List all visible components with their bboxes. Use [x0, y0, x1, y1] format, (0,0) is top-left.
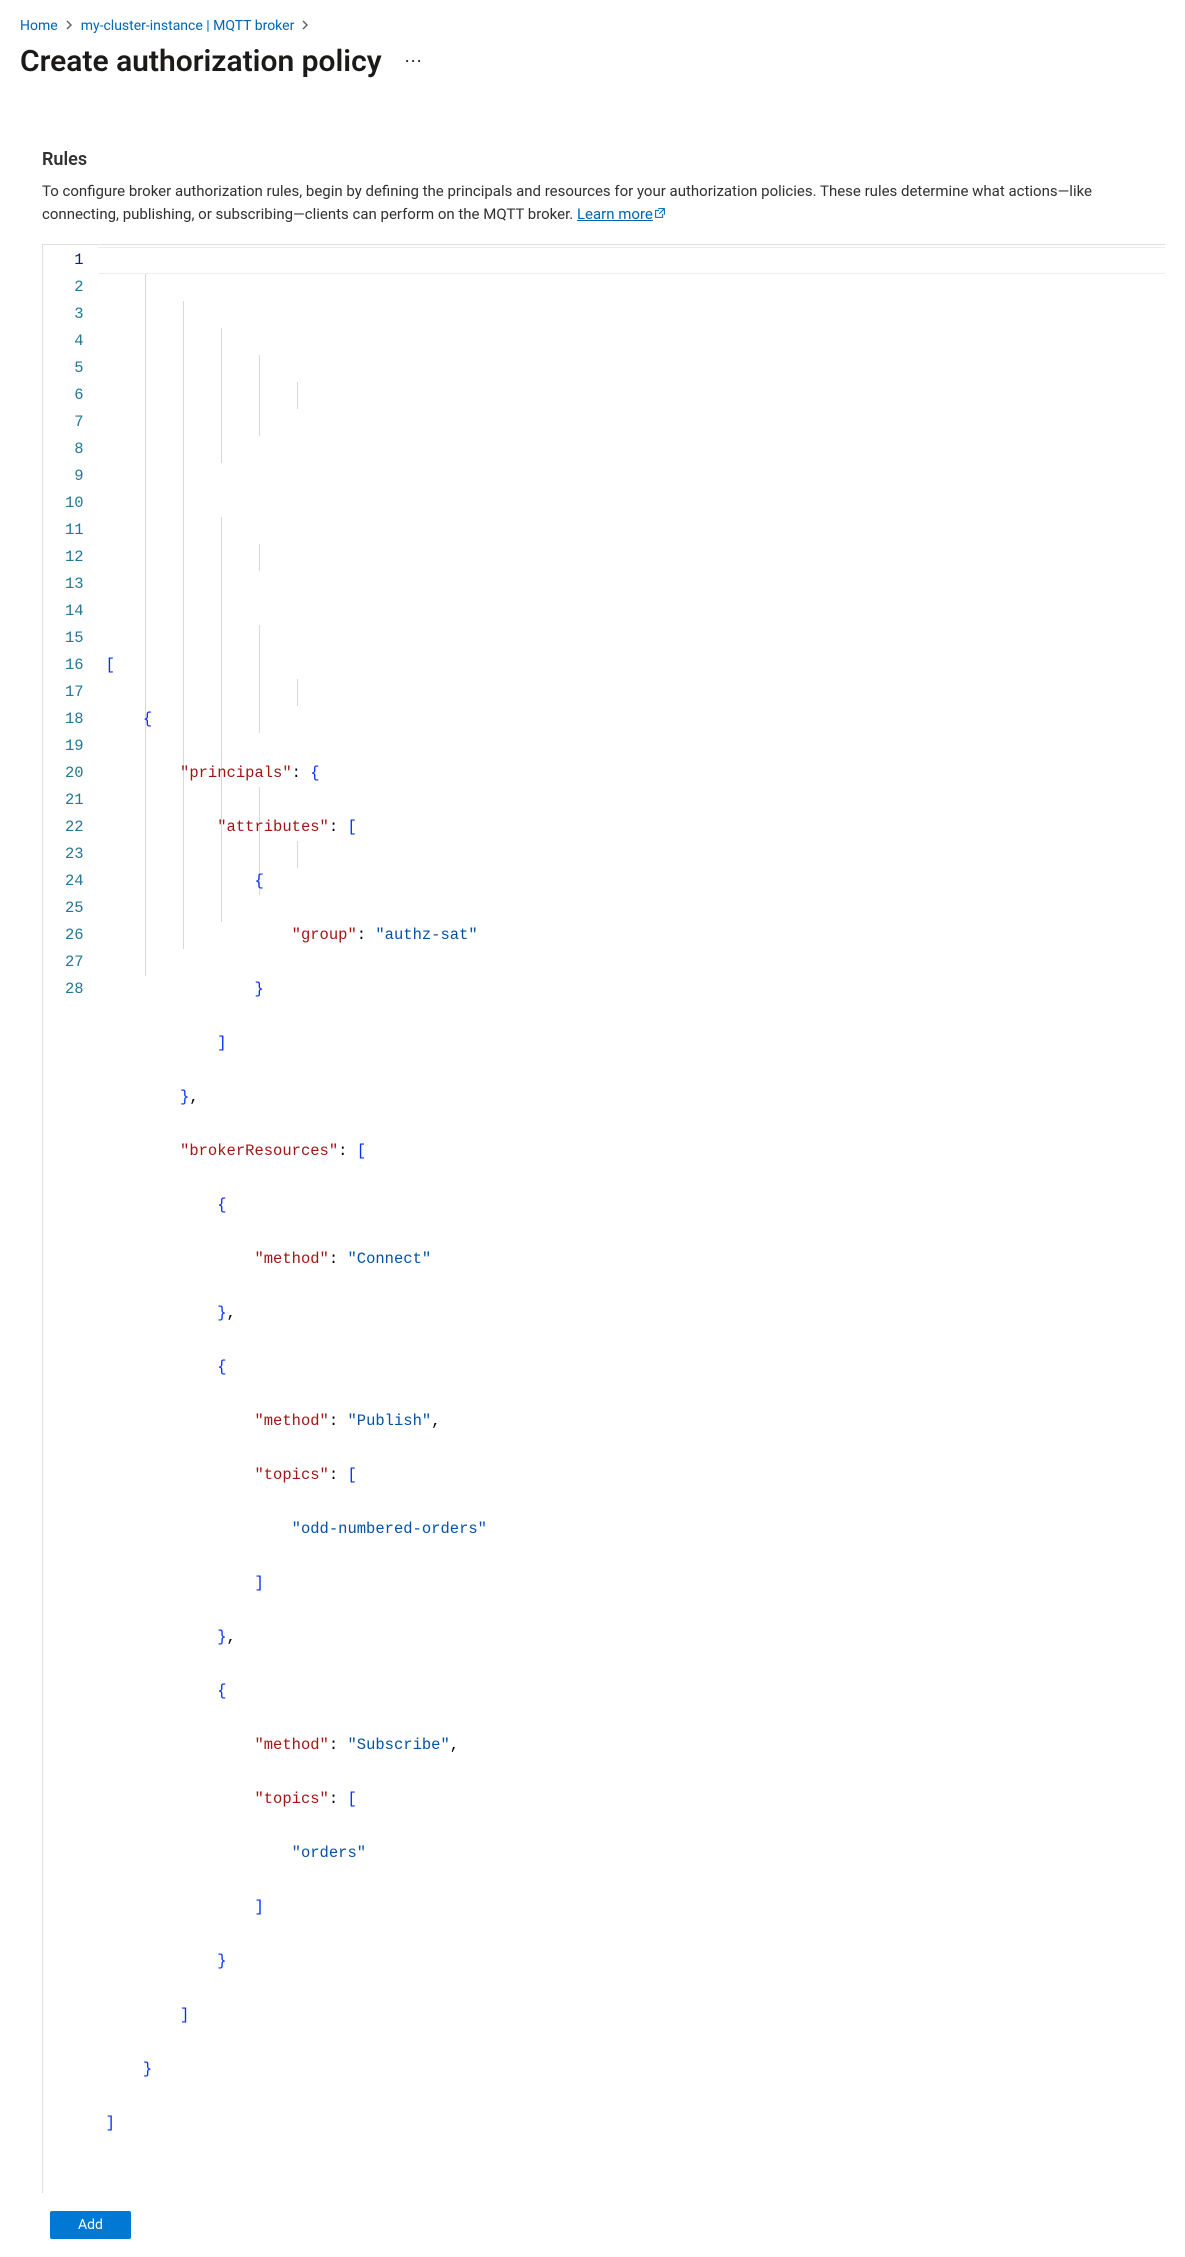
breadcrumb: Home my-cluster-instance | MQTT broker — [20, 18, 1165, 34]
learn-more-link[interactable]: Learn more — [577, 205, 667, 223]
more-icon[interactable]: ⋯ — [402, 50, 426, 74]
button-row: Add — [50, 2211, 1165, 2239]
add-button[interactable]: Add — [50, 2211, 131, 2239]
page-title: Create authorization policy — [20, 44, 382, 79]
external-link-icon — [653, 204, 667, 227]
section-heading: Rules — [20, 149, 1165, 170]
chevron-right-icon — [302, 19, 309, 33]
chevron-right-icon — [66, 19, 73, 33]
breadcrumb-home[interactable]: Home — [20, 18, 58, 34]
code-editor[interactable]: 1 23456789 10111213141516171819 20212223… — [42, 244, 1165, 2193]
description-text: To configure broker authorization rules,… — [42, 182, 1092, 223]
breadcrumb-cluster[interactable]: my-cluster-instance | MQTT broker — [81, 18, 295, 34]
editor-gutter: 1 23456789 10111213141516171819 20212223… — [43, 245, 98, 2193]
section-description: To configure broker authorization rules,… — [20, 180, 1165, 226]
title-row: Create authorization policy ⋯ — [20, 44, 1165, 79]
editor-content[interactable]: [ { "principals": { "attributes": [ { "g… — [98, 245, 1165, 2193]
